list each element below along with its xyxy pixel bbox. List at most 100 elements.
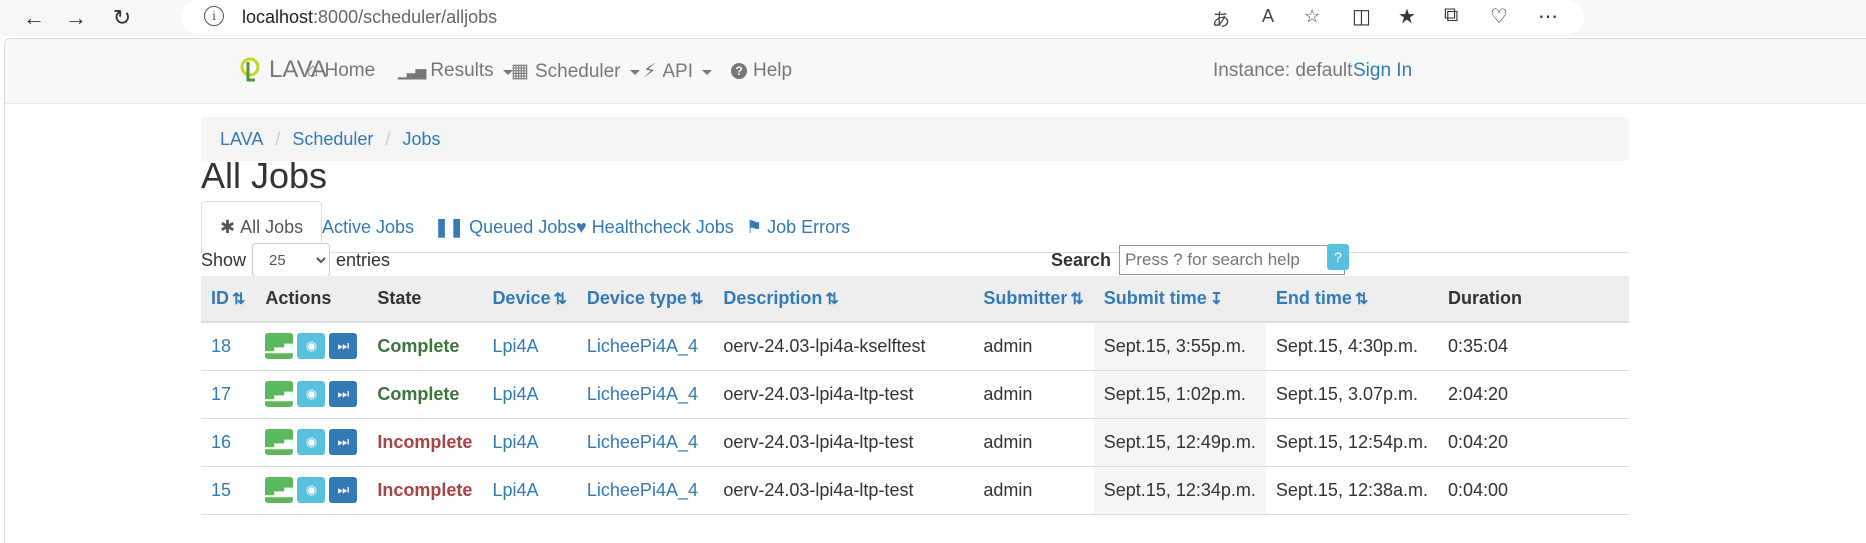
- col-device-type[interactable]: Device type ⇅: [576, 276, 714, 323]
- job-submit-time: Sept.15, 3:55p.m.: [1093, 322, 1266, 371]
- flash-icon: ⚡︎: [643, 61, 657, 82]
- job-submit-time: Sept.15, 12:49p.m.: [1093, 418, 1266, 467]
- device-type-link[interactable]: LicheePi4A_4: [576, 418, 714, 467]
- col-id[interactable]: ID ⇅: [201, 276, 256, 323]
- view-eye-icon[interactable]: ◉: [297, 429, 326, 455]
- pause-icon: ❚❚: [434, 216, 465, 237]
- tab-label: Active Jobs: [322, 216, 415, 237]
- job-description: oerv-24.03-lpi4a-ltp-test: [713, 466, 974, 515]
- read-aloud-icon[interactable]: A: [1262, 6, 1274, 27]
- breadcrumb-separator: /: [385, 128, 391, 149]
- results-bar-chart-icon[interactable]: ▁▃▅: [264, 333, 294, 360]
- device-link[interactable]: Lpi4A: [482, 466, 577, 515]
- job-id-link[interactable]: 15: [201, 466, 256, 515]
- nav-home[interactable]: ⌂ Home: [307, 60, 375, 82]
- translate-icon[interactable]: あ: [1212, 6, 1230, 32]
- search-help-button[interactable]: ?: [1327, 244, 1349, 270]
- view-eye-icon[interactable]: ◉: [297, 333, 326, 360]
- browser-essentials-icon[interactable]: ♡: [1490, 4, 1508, 29]
- job-id-link[interactable]: 16: [201, 418, 256, 467]
- fast-forward-icon[interactable]: ⏭︎: [329, 477, 358, 503]
- favorites-icon[interactable]: ★: [1398, 4, 1416, 29]
- breadcrumb-lava[interactable]: LAVA: [220, 129, 263, 150]
- tab-healthcheck-jobs[interactable]: ♥ Healthcheck Jobs: [558, 201, 752, 253]
- site-info-icon[interactable]: i: [204, 6, 224, 26]
- entries-select[interactable]: 25: [252, 243, 331, 277]
- forward-icon[interactable]: →: [62, 4, 90, 32]
- device-link[interactable]: Lpi4A: [482, 370, 577, 419]
- browser-toolbar: ← → ↻ i localhost:8000/scheduler/alljobs…: [0, 0, 1866, 36]
- col-end-time[interactable]: End time ⇅: [1265, 276, 1438, 323]
- more-menu-icon[interactable]: ⋯: [1538, 4, 1558, 29]
- instance-label: Instance: default: [1213, 60, 1353, 81]
- col-label: Device type: [586, 288, 687, 308]
- back-icon[interactable]: ←: [20, 4, 48, 32]
- caret-down-icon: [701, 70, 712, 75]
- home-icon: ⌂: [307, 60, 319, 81]
- job-submit-time: Sept.15, 12:34p.m.: [1093, 466, 1266, 515]
- device-type-link[interactable]: LicheePi4A_4: [576, 370, 714, 419]
- job-id-link[interactable]: 18: [201, 322, 256, 371]
- col-label: Duration: [1448, 288, 1522, 308]
- nav-home-label: Home: [324, 60, 376, 81]
- col-label: Actions: [265, 288, 332, 308]
- results-bar-chart-icon[interactable]: ▁▃▅: [264, 429, 294, 455]
- device-type-link[interactable]: LicheePi4A_4: [576, 466, 714, 515]
- job-id-link[interactable]: 17: [201, 370, 256, 419]
- sign-in-link[interactable]: Sign In: [1353, 60, 1412, 82]
- page-title: All Jobs: [201, 155, 328, 196]
- device-link[interactable]: Lpi4A: [482, 322, 577, 371]
- col-submit-time[interactable]: Submit time ↧: [1093, 276, 1266, 323]
- split-screen-icon[interactable]: ◫: [1352, 4, 1371, 29]
- job-description: oerv-24.03-lpi4a-ltp-test: [713, 370, 974, 419]
- col-label: Description: [723, 288, 823, 308]
- calendar-icon: ▦: [511, 61, 529, 82]
- col-label: Device: [492, 288, 551, 308]
- web-page: LAVA ⌂ Home ▁▃▅ Results ▦ Scheduler ⚡︎ A…: [4, 38, 1866, 543]
- col-device[interactable]: Device ⇅: [482, 276, 577, 323]
- job-submitter: admin: [973, 466, 1094, 515]
- job-state: Complete: [367, 370, 483, 419]
- tab-job-errors[interactable]: ⚑ Job Errors: [728, 201, 868, 253]
- job-end-time: Sept.15, 3.07p.m.: [1265, 370, 1438, 419]
- col-label: Submit time: [1103, 288, 1207, 308]
- address-bar[interactable]: i localhost:8000/scheduler/alljobs あ A ☆: [182, 0, 1584, 34]
- results-bar-chart-icon[interactable]: ▁▃▅: [264, 381, 294, 407]
- job-end-time: Sept.15, 4:30p.m.: [1265, 322, 1438, 371]
- tab-label: Job Errors: [767, 216, 851, 237]
- job-submit-time: Sept.15, 1:02p.m.: [1093, 370, 1266, 419]
- sort-icon: ⇅: [825, 291, 839, 308]
- view-eye-icon[interactable]: ◉: [297, 477, 326, 503]
- collections-icon[interactable]: ⧉: [1444, 4, 1458, 27]
- fast-forward-icon[interactable]: ⏭︎: [329, 333, 358, 360]
- device-link[interactable]: Lpi4A: [482, 418, 577, 467]
- search-input[interactable]: [1119, 245, 1346, 275]
- nav-help[interactable]: ? Help: [731, 60, 792, 82]
- nav-scheduler[interactable]: ▦ Scheduler: [511, 60, 640, 83]
- question-circle-icon: ?: [731, 63, 747, 79]
- table-row: 16 ▁▃▅ ◉ ⏭︎ Incomplete Lpi4A LicheePi4A_4 oerv-…: [201, 418, 1629, 467]
- caret-down-icon: [629, 70, 640, 75]
- breadcrumb-scheduler[interactable]: Scheduler: [292, 129, 373, 150]
- fast-forward-icon[interactable]: ⏭︎: [329, 381, 358, 407]
- url-text[interactable]: localhost:8000/scheduler/alljobs: [242, 7, 497, 28]
- breadcrumb-jobs[interactable]: Jobs: [402, 129, 440, 150]
- jobs-table: ID ⇅ Actions State Device ⇅ Device type ⇅ D…: [201, 276, 1629, 515]
- bar-chart-icon: ▁▃▅: [398, 62, 426, 79]
- nav-api[interactable]: ⚡︎ API: [643, 60, 712, 83]
- reload-icon[interactable]: ↻: [108, 4, 136, 32]
- fast-forward-icon[interactable]: ⏭︎: [329, 429, 358, 455]
- col-description[interactable]: Description ⇅: [713, 276, 974, 323]
- sort-icon: ⇅: [1070, 291, 1084, 308]
- col-submitter[interactable]: Submitter ⇅: [973, 276, 1094, 323]
- nav-results[interactable]: ▁▃▅ Results: [398, 60, 513, 82]
- job-description: oerv-24.03-lpi4a-ltp-test: [713, 418, 974, 467]
- page-length-control: Show 25 entries: [201, 243, 390, 277]
- device-type-link[interactable]: LicheePi4A_4: [576, 322, 714, 371]
- favorite-star-icon[interactable]: ☆: [1304, 6, 1320, 27]
- nav-results-label: Results: [430, 60, 494, 81]
- results-bar-chart-icon[interactable]: ▁▃▅: [264, 477, 294, 503]
- sort-icon: ⇅: [1354, 291, 1369, 308]
- job-state: Incomplete: [367, 418, 483, 467]
- view-eye-icon[interactable]: ◉: [297, 381, 326, 407]
